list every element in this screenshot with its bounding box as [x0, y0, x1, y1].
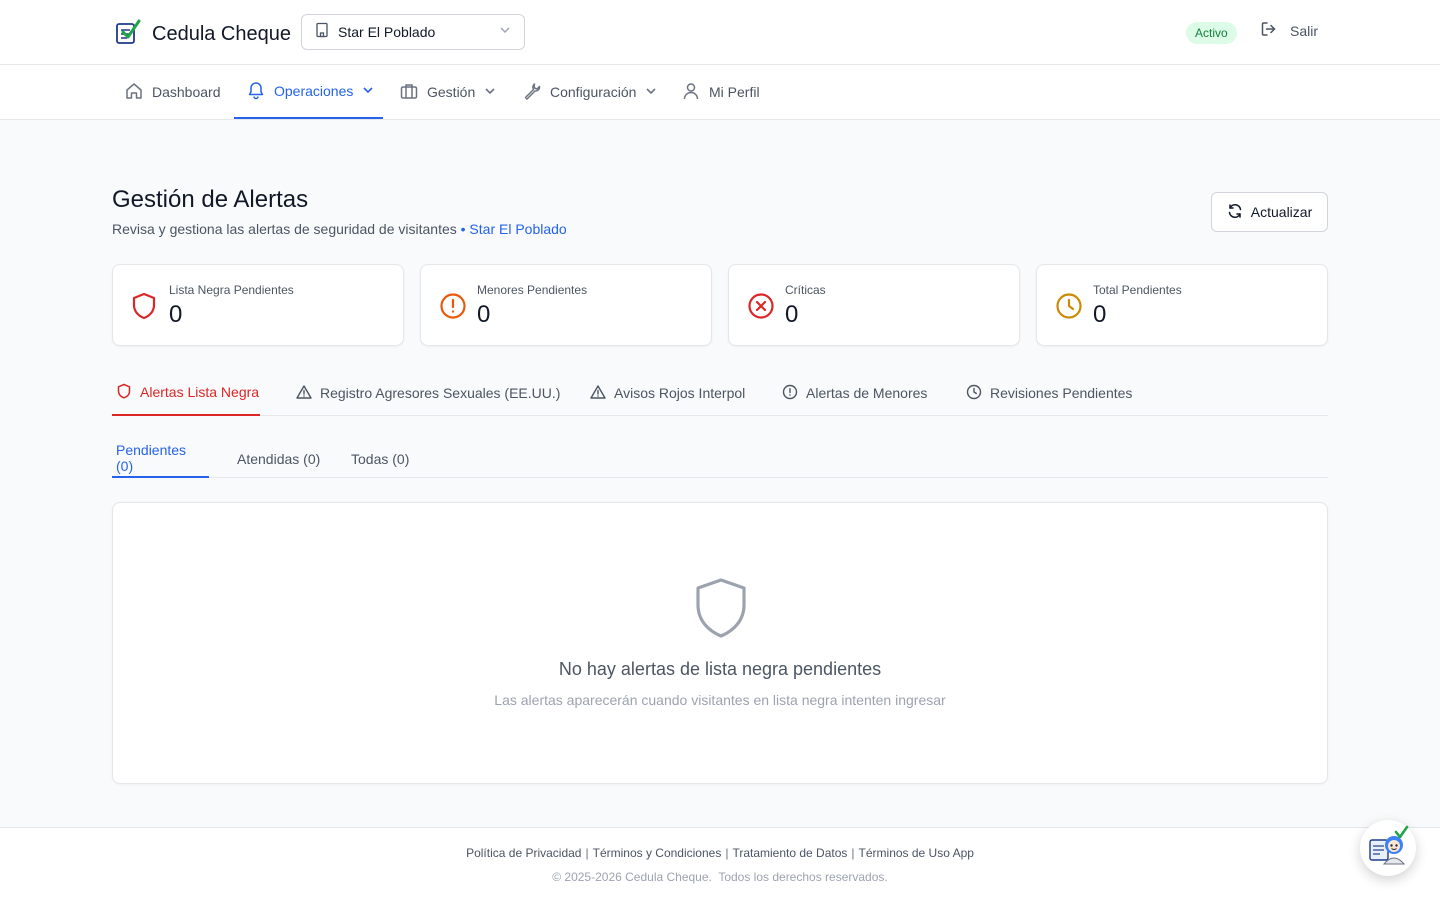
nav-item-label: Dashboard [152, 84, 221, 100]
subtab-pendientes[interactable]: Pendientes (0) [112, 440, 209, 478]
tab-registro-agresores-sexuales[interactable]: Registro Agresores Sexuales (EE.UU.) [296, 370, 560, 416]
stat-value: 0 [785, 301, 799, 328]
chevron-down-icon [644, 84, 658, 101]
stat-label: Total Pendientes [1093, 283, 1182, 297]
tab-label: Registro Agresores Sexuales (EE.UU.) [320, 385, 561, 401]
footer-separator: | [851, 846, 855, 860]
shield-icon [116, 383, 132, 402]
chevron-down-icon [483, 84, 497, 101]
app-logo-icon [114, 18, 141, 50]
empty-state-title: No hay alertas de lista negra pendientes [558, 659, 882, 679]
status-subtabs: Pendientes (0) Atendidas (0) Todas (0) [112, 440, 1328, 478]
clock-icon [1055, 292, 1083, 325]
alert-circle-icon [782, 384, 798, 403]
status-badge: Activo [1186, 22, 1237, 44]
refresh-label: Actualizar [1250, 204, 1313, 220]
stat-card-total-pendientes: Total Pendientes 0 [1036, 264, 1328, 346]
bell-icon [246, 80, 266, 103]
subtab-todas[interactable]: Todas (0) [347, 440, 413, 478]
tab-label: Avisos Rojos Interpol [614, 385, 746, 401]
warning-triangle-icon [296, 384, 312, 403]
stat-card-menores: Menores Pendientes 0 [420, 264, 712, 346]
refresh-icon [1227, 203, 1243, 222]
tab-label: Alertas Lista Negra [140, 384, 260, 400]
nav-item-configuracion[interactable]: Configuración [510, 65, 670, 119]
nav-item-label: Gestión [427, 84, 476, 100]
chevron-down-icon [498, 23, 512, 42]
footer-separator: | [585, 846, 589, 860]
warning-triangle-icon [590, 384, 606, 403]
nav-item-operaciones[interactable]: Operaciones [234, 65, 383, 119]
wrench-icon [522, 81, 542, 104]
home-icon [124, 81, 144, 104]
building-icon [314, 22, 330, 43]
page-subtitle-text: Revisa y gestiona las alertas de segurid… [112, 221, 457, 237]
site-selector-value: Star El Poblado [338, 24, 436, 40]
main-nav: Dashboard Operaciones Gestión Configurac… [0, 65, 1440, 120]
alert-circle-icon [439, 292, 467, 325]
copyright: © 2025-2026 Cedula Cheque. Todos los der… [552, 870, 888, 884]
nav-item-mi-perfil[interactable]: Mi Perfil [669, 65, 772, 119]
stat-value: 0 [477, 301, 491, 328]
stat-label: Menores Pendientes [477, 283, 588, 297]
tab-label: Revisiones Pendientes [990, 385, 1133, 401]
subtab-atendidas[interactable]: Atendidas (0) [233, 440, 324, 478]
stat-value: 0 [1093, 301, 1107, 328]
footer-link-terminos[interactable]: Términos y Condiciones [593, 846, 722, 860]
chevron-down-icon [361, 83, 375, 100]
stat-label: Lista Negra Pendientes [169, 283, 294, 297]
briefcase-icon [399, 81, 419, 104]
assistant-avatar-icon [1366, 824, 1410, 873]
site-selector[interactable]: Star El Poblado [301, 14, 525, 50]
footer-links: Política de Privacidad | Términos y Condic… [0, 846, 1440, 860]
footer-link-tratamiento-datos[interactable]: Tratamiento de Datos [732, 846, 847, 860]
shield-icon [693, 577, 749, 644]
nav-item-label: Mi Perfil [709, 84, 760, 100]
footer-separator: | [725, 846, 729, 860]
brand[interactable]: Cedula Cheque [114, 18, 291, 50]
shield-icon [131, 292, 157, 325]
page-subtitle: Revisa y gestiona las alertas de segurid… [112, 221, 567, 237]
app-name: Cedula Cheque [152, 22, 291, 45]
tab-revisiones-pendientes[interactable]: Revisiones Pendientes [966, 370, 1132, 416]
page-title: Gestión de Alertas [112, 186, 309, 213]
page-subtitle-site: • Star El Poblado [460, 221, 567, 237]
logout-button[interactable]: Salir [1260, 20, 1318, 41]
user-icon [681, 81, 701, 104]
tab-alertas-lista-negra[interactable]: Alertas Lista Negra [112, 370, 260, 416]
stat-card-lista-negra: Lista Negra Pendientes 0 [112, 264, 404, 346]
alert-type-tabs: Alertas Lista Negra Registro Agresores S… [112, 370, 1328, 416]
chat-assistant-button[interactable] [1360, 820, 1416, 876]
refresh-button[interactable]: Actualizar [1211, 192, 1328, 232]
stat-value: 0 [169, 301, 183, 328]
footer-link-terminos-uso-app[interactable]: Términos de Uso App [859, 846, 974, 860]
nav-item-label: Configuración [550, 84, 637, 100]
empty-state-description: Las alertas aparecerán cuando visitantes… [494, 692, 946, 708]
footer-link-privacidad[interactable]: Política de Privacidad [466, 846, 581, 860]
tab-alertas-de-menores[interactable]: Alertas de Menores [782, 370, 927, 416]
nav-item-dashboard[interactable]: Dashboard [112, 65, 233, 119]
top-bar: Cedula Cheque Star El Poblado Activo Sal… [0, 0, 1440, 65]
alerts-list-panel: No hay alertas de lista negra pendientes… [112, 502, 1328, 784]
stat-card-criticas: Críticas 0 [728, 264, 1020, 346]
nav-item-gestion[interactable]: Gestión [387, 65, 509, 119]
tab-label: Alertas de Menores [806, 385, 928, 401]
logout-icon [1260, 20, 1278, 41]
tab-avisos-rojos-interpol[interactable]: Avisos Rojos Interpol [590, 370, 745, 416]
stat-label: Críticas [785, 283, 826, 297]
nav-item-label: Operaciones [274, 83, 354, 99]
footer: Política de Privacidad | Términos y Condic… [0, 827, 1440, 900]
clock-icon [966, 384, 982, 403]
x-circle-icon [747, 292, 775, 325]
logout-label: Salir [1290, 22, 1319, 39]
